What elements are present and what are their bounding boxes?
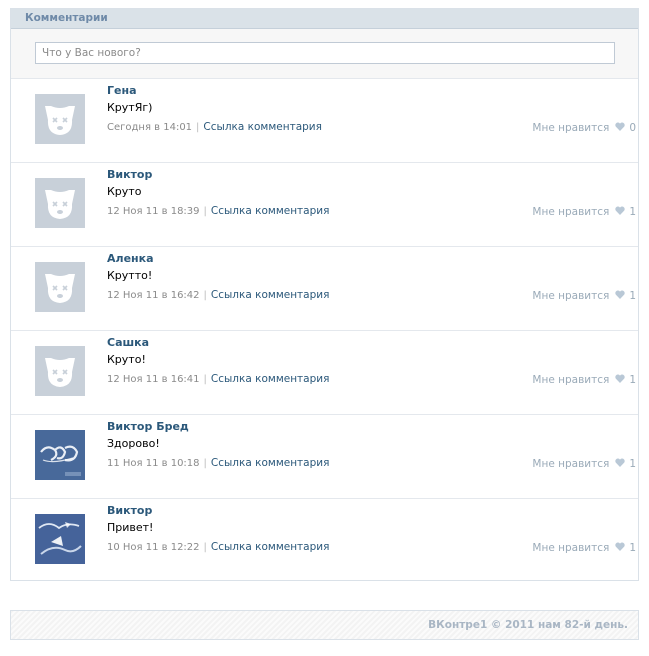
comment-date: 12 Ноя 11 в 18:39 xyxy=(107,206,200,217)
status-input[interactable] xyxy=(35,42,615,64)
comment-date: 12 Ноя 11 в 16:42 xyxy=(107,290,200,301)
default-avatar[interactable] xyxy=(35,262,85,312)
comment-date: 12 Ноя 11 в 16:41 xyxy=(107,374,200,385)
separator: | xyxy=(203,206,207,217)
like-button[interactable]: Мне нравится 1 xyxy=(532,374,636,386)
separator: | xyxy=(196,122,200,133)
comment-date: Сегодня в 14:01 xyxy=(107,122,193,133)
like-label: Мне нравится xyxy=(532,458,610,470)
like-label: Мне нравится xyxy=(532,374,610,386)
default-avatar[interactable] xyxy=(35,94,85,144)
like-count: 1 xyxy=(629,290,636,302)
like-button[interactable]: Мне нравится 1 xyxy=(532,458,636,470)
like-label: Мне нравится xyxy=(532,542,610,554)
like-label: Мне нравится xyxy=(532,206,610,218)
comment-text: Круто! xyxy=(107,353,146,366)
comment-link[interactable]: Ссылка комментария xyxy=(211,541,330,553)
like-button[interactable]: Мне нравится 1 xyxy=(532,542,636,554)
footer-text: ВКонтре1 © 2011 нам 82-й день. xyxy=(428,619,628,631)
like-count: 1 xyxy=(629,374,636,386)
comment-date: 10 Ноя 11 в 12:22 xyxy=(107,542,200,553)
comment-item: Виктор Бред Здорово! 11 Ноя 11 в 10:18 | С… xyxy=(11,415,638,499)
comment-author[interactable]: Виктор xyxy=(107,504,152,517)
heart-icon xyxy=(615,458,625,470)
comment-item: Виктор Привет! 10 Ноя 11 в 12:22 | Ссылка … xyxy=(11,499,638,583)
comment-item: Аленка Крутто! 12 Ноя 11 в 16:42 | Ссылка … xyxy=(11,247,638,331)
heart-icon xyxy=(615,290,625,302)
comment-text: Крутто! xyxy=(107,269,153,282)
comment-text: Здорово! xyxy=(107,437,160,450)
comment-author[interactable]: Сашка xyxy=(107,336,149,349)
section-title: Комментарии xyxy=(11,9,638,29)
page-footer: ВКонтре1 © 2011 нам 82-й день. xyxy=(10,610,639,640)
comment-text: Привет! xyxy=(107,521,154,534)
comment-meta: 10 Ноя 11 в 12:22 | Ссылка комментария xyxy=(107,541,329,553)
like-label: Мне нравится xyxy=(532,122,610,134)
heart-icon xyxy=(615,542,625,554)
comment-item: Сашка Круто! 12 Ноя 11 в 16:41 | Ссылка ко… xyxy=(11,331,638,415)
separator: | xyxy=(203,458,207,469)
comment-meta: 12 Ноя 11 в 18:39 | Ссылка комментария xyxy=(107,205,329,217)
heart-icon xyxy=(615,206,625,218)
like-count: 1 xyxy=(629,206,636,218)
comment-text: КрутЯг) xyxy=(107,101,153,114)
comment-meta: 12 Ноя 11 в 16:41 | Ссылка комментария xyxy=(107,373,329,385)
comment-author[interactable]: Виктор xyxy=(107,168,152,181)
comment-date: 11 Ноя 11 в 10:18 xyxy=(107,458,200,469)
comment-text: Круто xyxy=(107,185,142,198)
comments-panel: Комментарии Гена КрутЯг) Сегодня в 14:01… xyxy=(10,8,639,581)
default-avatar[interactable] xyxy=(35,346,85,396)
comment-author[interactable]: Гена xyxy=(107,84,137,97)
photo-avatar[interactable] xyxy=(35,430,85,480)
default-avatar[interactable] xyxy=(35,178,85,228)
heart-icon xyxy=(615,374,625,386)
separator: | xyxy=(203,290,207,301)
like-button[interactable]: Мне нравится 1 xyxy=(532,206,636,218)
comment-meta: 12 Ноя 11 в 16:42 | Ссылка комментария xyxy=(107,289,329,301)
like-count: 0 xyxy=(629,122,636,134)
comment-item: Гена КрутЯг) Сегодня в 14:01 | Ссылка комм… xyxy=(11,79,638,163)
comment-meta: Сегодня в 14:01 | Ссылка комментария xyxy=(107,121,322,133)
like-label: Мне нравится xyxy=(532,290,610,302)
heart-icon xyxy=(615,122,625,134)
comment-meta: 11 Ноя 11 в 10:18 | Ссылка комментария xyxy=(107,457,329,469)
comment-link[interactable]: Ссылка комментария xyxy=(211,373,330,385)
comment-item: Виктор Круто 12 Ноя 11 в 18:39 | Ссылка ко… xyxy=(11,163,638,247)
comment-link[interactable]: Ссылка комментария xyxy=(211,205,330,217)
photo-avatar[interactable] xyxy=(35,514,85,564)
like-count: 1 xyxy=(629,458,636,470)
like-button[interactable]: Мне нравится 1 xyxy=(532,290,636,302)
comment-link[interactable]: Ссылка комментария xyxy=(211,289,330,301)
separator: | xyxy=(203,374,207,385)
comment-author[interactable]: Аленка xyxy=(107,252,154,265)
compose-area xyxy=(11,29,638,79)
comment-author[interactable]: Виктор Бред xyxy=(107,420,189,433)
comment-link[interactable]: Ссылка комментария xyxy=(203,121,322,133)
comment-link[interactable]: Ссылка комментария xyxy=(211,457,330,469)
like-count: 1 xyxy=(629,542,636,554)
separator: | xyxy=(203,542,207,553)
like-button[interactable]: Мне нравится 0 xyxy=(532,122,636,134)
